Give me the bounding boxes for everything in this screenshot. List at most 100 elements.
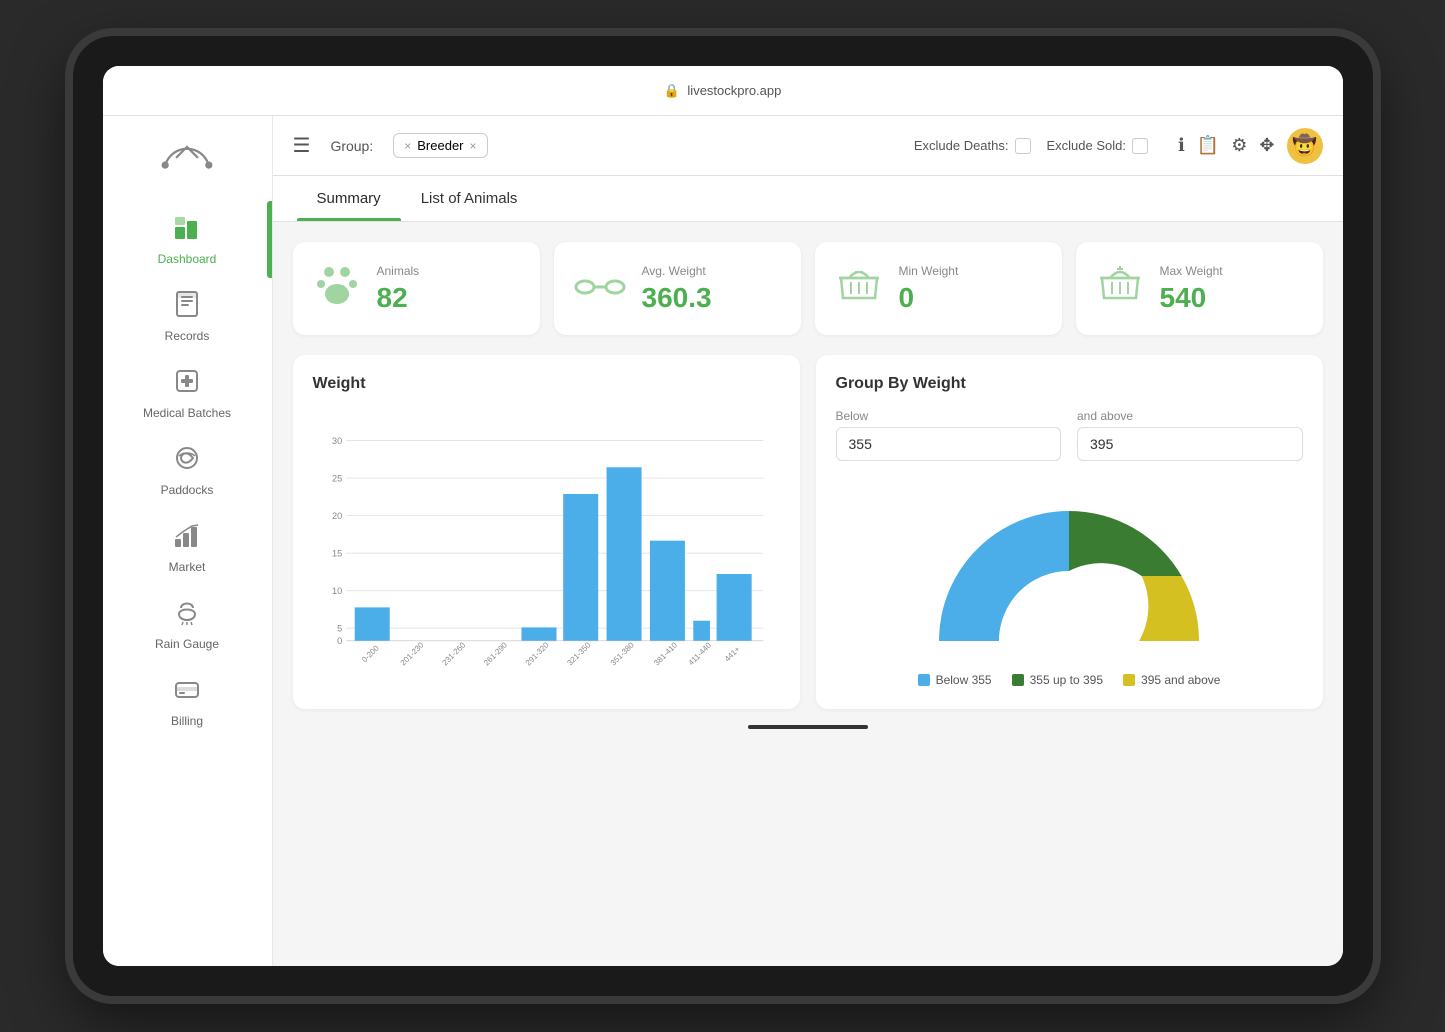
bar-441plus (716, 574, 751, 641)
tablet-frame: 🔒 livestockpro.app (73, 36, 1373, 996)
svg-text:20: 20 (332, 511, 342, 521)
svg-text:5: 5 (337, 624, 342, 634)
chain-icon (574, 268, 626, 310)
above-input-group: and above (1077, 409, 1303, 461)
billing-icon (173, 675, 201, 710)
records-icon (173, 290, 201, 325)
expand-icon[interactable]: ✥ (1259, 135, 1274, 156)
above-input[interactable] (1077, 427, 1303, 461)
user-avatar[interactable]: 🤠 (1287, 128, 1323, 164)
stat-cards: Animals 82 (293, 242, 1323, 335)
below-label: Below (836, 409, 1062, 423)
paddocks-icon (173, 444, 201, 479)
stat-info-avg-weight: Avg. Weight 360.3 (642, 264, 712, 314)
group-tag: × Breeder × (393, 133, 487, 158)
sidebar-label-records: Records (165, 329, 210, 343)
svg-text:231-260: 231-260 (440, 640, 467, 667)
svg-text:291-320: 291-320 (523, 640, 550, 667)
info-icon[interactable]: ℹ (1178, 135, 1185, 156)
svg-text:15: 15 (332, 549, 342, 559)
below-input[interactable] (836, 427, 1062, 461)
sidebar-label-dashboard: Dashboard (158, 252, 217, 266)
url-text: livestockpro.app (687, 83, 781, 98)
max-weight-value: 540 (1160, 282, 1223, 314)
sidebar-label-medical: Medical Batches (143, 406, 231, 420)
logo-area (147, 126, 227, 191)
medical-icon (173, 367, 201, 402)
tab-summary[interactable]: Summary (297, 176, 401, 221)
dashboard-icon (173, 213, 201, 248)
exclude-deaths-group: Exclude Deaths: (914, 138, 1031, 154)
donut-container: Below 355 355 up to 395 395 and above (836, 481, 1303, 687)
browser-top-bar: 🔒 livestockpro.app (103, 66, 1343, 116)
svg-text:411-440: 411-440 (686, 640, 713, 667)
bar-chart-svg: 30 25 20 15 10 5 0 (313, 409, 780, 689)
basket-min-icon (835, 262, 883, 315)
sidebar-item-rain[interactable]: Rain Gauge (103, 586, 272, 663)
legend-dot-above (1123, 674, 1135, 686)
max-weight-label: Max Weight (1160, 264, 1223, 278)
sidebar-item-paddocks[interactable]: Paddocks (103, 432, 272, 509)
sidebar-label-market: Market (169, 560, 206, 574)
page-content: Animals 82 (273, 222, 1343, 966)
settings-icon[interactable]: ⚙ (1231, 135, 1247, 156)
legend-item-below: Below 355 (918, 673, 992, 687)
sidebar-label-billing: Billing (171, 714, 203, 728)
sidebar-label-paddocks: Paddocks (161, 483, 214, 497)
svg-text:441+: 441+ (722, 644, 741, 663)
exclude-sold-checkbox[interactable] (1132, 138, 1148, 154)
hamburger-menu[interactable]: ☰ (293, 133, 311, 158)
gbw-inputs: Below and above (836, 409, 1303, 461)
svg-text:25: 25 (332, 473, 342, 483)
tab-list-of-animals[interactable]: List of Animals (401, 176, 538, 221)
svg-text:10: 10 (332, 586, 342, 596)
sidebar-item-dashboard[interactable]: Dashboard (103, 201, 272, 278)
exclude-deaths-checkbox[interactable] (1015, 138, 1031, 154)
sidebar-item-billing[interactable]: Billing (103, 663, 272, 740)
sidebar-item-records[interactable]: Records (103, 278, 272, 355)
sidebar-item-market[interactable]: Market (103, 509, 272, 586)
svg-text:0: 0 (337, 636, 342, 646)
legend-label-mid: 355 up to 395 (1030, 673, 1103, 687)
exclude-deaths-label: Exclude Deaths: (914, 138, 1009, 153)
half-pie-chart (909, 481, 1229, 661)
tag-x-left[interactable]: × (404, 139, 411, 153)
svg-text:0-200: 0-200 (360, 643, 381, 664)
svg-text:261-290: 261-290 (482, 640, 509, 667)
svg-text:351-380: 351-380 (608, 640, 635, 667)
filter-section: Exclude Deaths: Exclude Sold: (914, 138, 1148, 154)
tablet-screen: 🔒 livestockpro.app (103, 66, 1343, 966)
stat-card-animals: Animals 82 (293, 242, 540, 335)
svg-text:201-230: 201-230 (398, 640, 425, 667)
avg-weight-value: 360.3 (642, 282, 712, 314)
bar-chart-container: 30 25 20 15 10 5 0 (313, 409, 780, 689)
donut-legend: Below 355 355 up to 395 395 and above (918, 673, 1221, 687)
main-layout: Dashboard Records (103, 116, 1343, 966)
stat-card-min-weight: Min Weight 0 (815, 242, 1062, 335)
content-area: ☰ Group: × Breeder × Exclude Deaths: (273, 116, 1343, 966)
bar-321-350 (563, 494, 598, 641)
legend-item-above: 395 and above (1123, 673, 1220, 687)
svg-text:30: 30 (332, 436, 342, 446)
charts-row: Weight (293, 355, 1323, 709)
avg-weight-label: Avg. Weight (642, 264, 712, 278)
exclude-sold-group: Exclude Sold: (1047, 138, 1149, 154)
url-bar: 🔒 livestockpro.app (123, 83, 1323, 99)
stat-info-animals: Animals 82 (377, 264, 420, 314)
weight-chart-card: Weight (293, 355, 800, 709)
tag-x-right[interactable]: × (470, 139, 477, 153)
clipboard-icon[interactable]: 📋 (1197, 135, 1219, 156)
below-input-group: Below (836, 409, 1062, 461)
sidebar-item-medical[interactable]: Medical Batches (103, 355, 272, 432)
min-weight-label: Min Weight (899, 264, 959, 278)
group-label: Group: (330, 138, 373, 154)
svg-text:321-350: 321-350 (565, 640, 592, 667)
min-weight-value: 0 (899, 282, 959, 314)
above-label: and above (1077, 409, 1303, 423)
exclude-sold-label: Exclude Sold: (1047, 138, 1127, 153)
header-icons: ℹ 📋 ⚙ ✥ 🤠 (1178, 128, 1323, 164)
basket-max-icon (1096, 262, 1144, 315)
animals-value: 82 (377, 282, 420, 314)
bar-411-440 (693, 621, 710, 641)
weight-chart-title: Weight (313, 375, 780, 393)
